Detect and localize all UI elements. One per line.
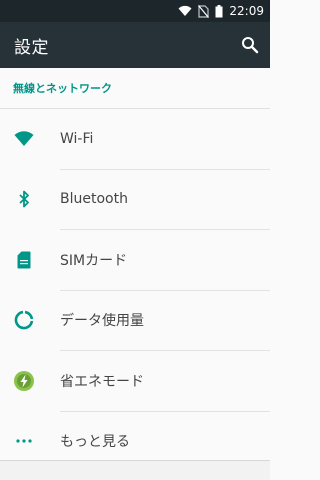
- page-title: 設定: [14, 37, 49, 58]
- app-bar: 設定: [0, 22, 270, 68]
- wifi-icon: [0, 109, 60, 169]
- search-icon: [242, 37, 259, 54]
- settings-item-bluetooth[interactable]: Bluetooth: [0, 170, 270, 230]
- data-usage-icon: [0, 291, 60, 351]
- settings-list: 無線とネットワーク Wi-Fi Bluetooth SIMカード データ使用量 …: [0, 68, 270, 460]
- bottom-edge: [0, 460, 270, 480]
- item-label: SIMカード: [60, 252, 128, 269]
- wifi-icon: [178, 5, 192, 17]
- search-button[interactable]: [238, 33, 262, 57]
- item-label: Bluetooth: [60, 191, 128, 208]
- settings-item-sim-card[interactable]: SIMカード: [0, 230, 270, 290]
- section-header-wireless: 無線とネットワーク: [13, 82, 112, 95]
- battery-icon: [215, 4, 223, 18]
- settings-item-battery-saver[interactable]: 省エネモード: [0, 351, 270, 411]
- battery-saver-icon: [0, 351, 60, 411]
- item-label: データ使用量: [60, 313, 144, 330]
- no-sim-icon: [198, 4, 210, 18]
- sim-card-icon: [0, 230, 60, 290]
- settings-item-data-usage[interactable]: データ使用量: [0, 291, 270, 351]
- item-label: もっと見る: [60, 434, 130, 451]
- status-time: 22:09: [229, 4, 264, 18]
- settings-item-wifi[interactable]: Wi-Fi: [0, 109, 270, 169]
- bluetooth-icon: [0, 170, 60, 230]
- item-label: Wi-Fi: [60, 130, 94, 147]
- status-bar: 22:09: [0, 0, 270, 22]
- item-label: 省エネモード: [60, 373, 144, 390]
